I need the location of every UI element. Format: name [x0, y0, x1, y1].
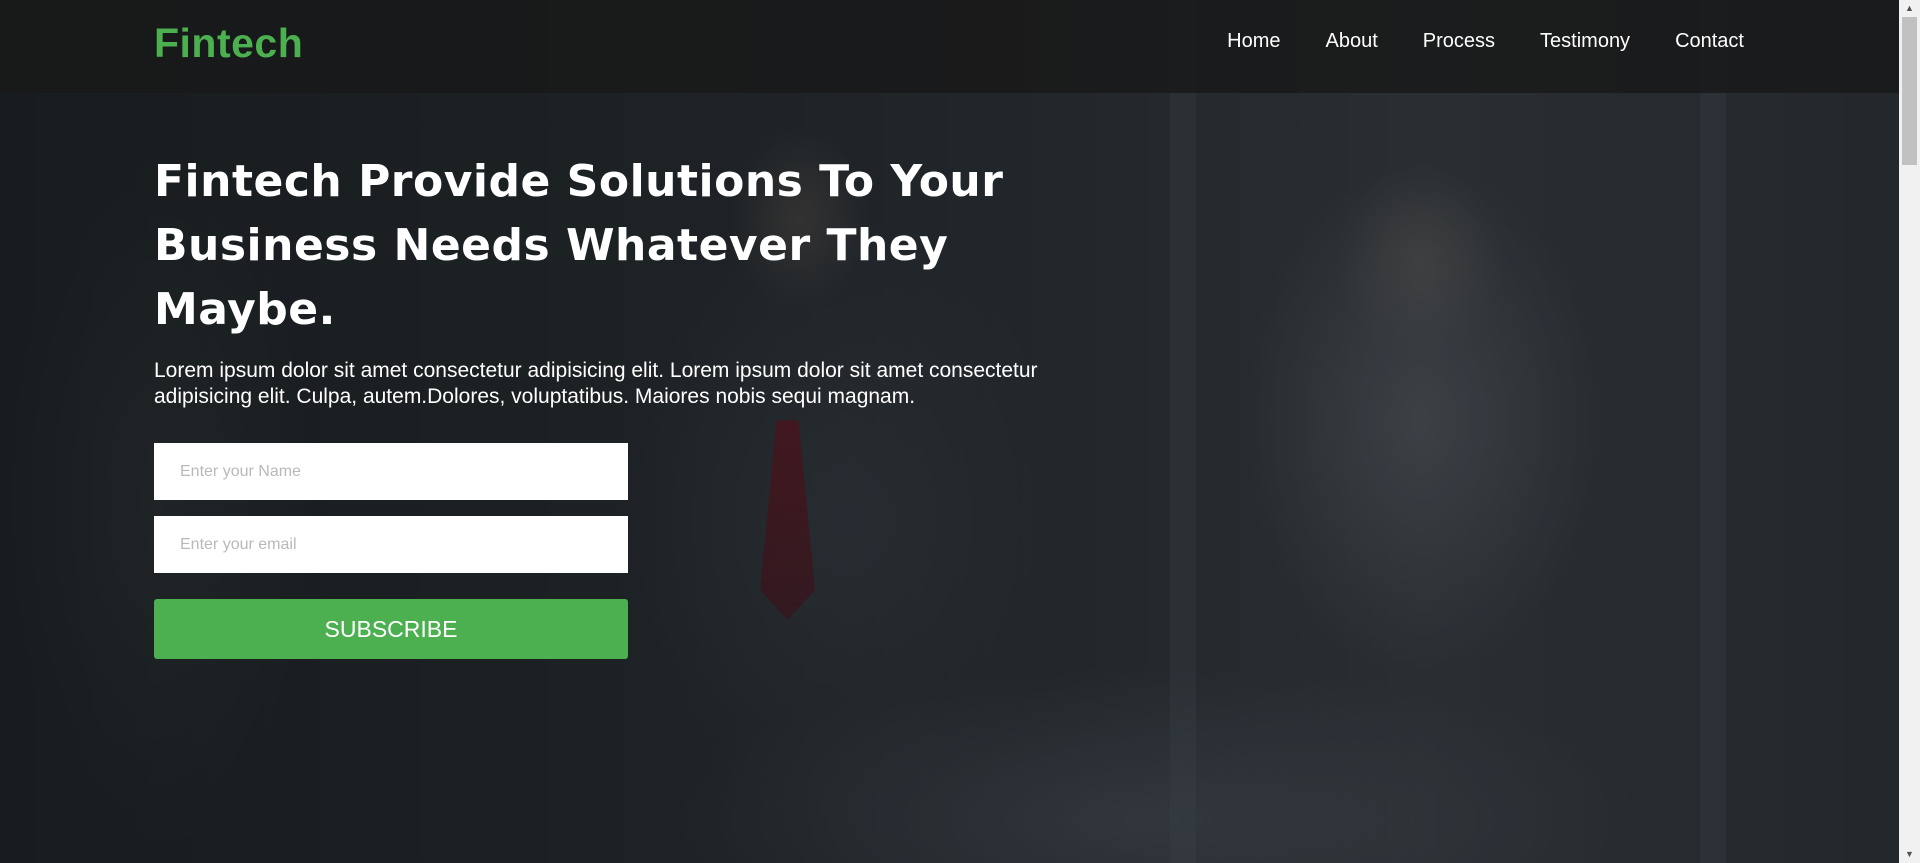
nav-link-about[interactable]: About: [1326, 30, 1378, 53]
scroll-down-arrow-icon[interactable]: ▼: [1899, 846, 1920, 863]
page-scrollbar[interactable]: ▲ ▼: [1899, 0, 1920, 863]
email-input[interactable]: [154, 516, 628, 573]
site-logo[interactable]: Fintech: [154, 20, 303, 67]
scroll-up-arrow-icon[interactable]: ▲: [1899, 0, 1920, 17]
nav-link-process[interactable]: Process: [1423, 30, 1495, 53]
scrollbar-thumb[interactable]: [1902, 17, 1917, 165]
hero-dark-overlay: [0, 0, 1899, 863]
nav-link-testimony[interactable]: Testimony: [1540, 30, 1630, 53]
main-nav: Home About Process Testimony Contact: [1227, 30, 1744, 53]
nav-link-home[interactable]: Home: [1227, 30, 1280, 53]
subscribe-button[interactable]: SUBSCRIBE: [154, 599, 628, 659]
site-header: Fintech Home About Process Testimony Con…: [0, 0, 1899, 93]
name-input[interactable]: [154, 443, 628, 500]
nav-link-contact[interactable]: Contact: [1675, 30, 1744, 53]
landing-page: Fintech Home About Process Testimony Con…: [0, 0, 1920, 863]
hero-title: Fintech Provide Solutions To Your Busine…: [154, 156, 1004, 335]
hero-description: Lorem ipsum dolor sit amet consectetur a…: [154, 359, 1038, 408]
